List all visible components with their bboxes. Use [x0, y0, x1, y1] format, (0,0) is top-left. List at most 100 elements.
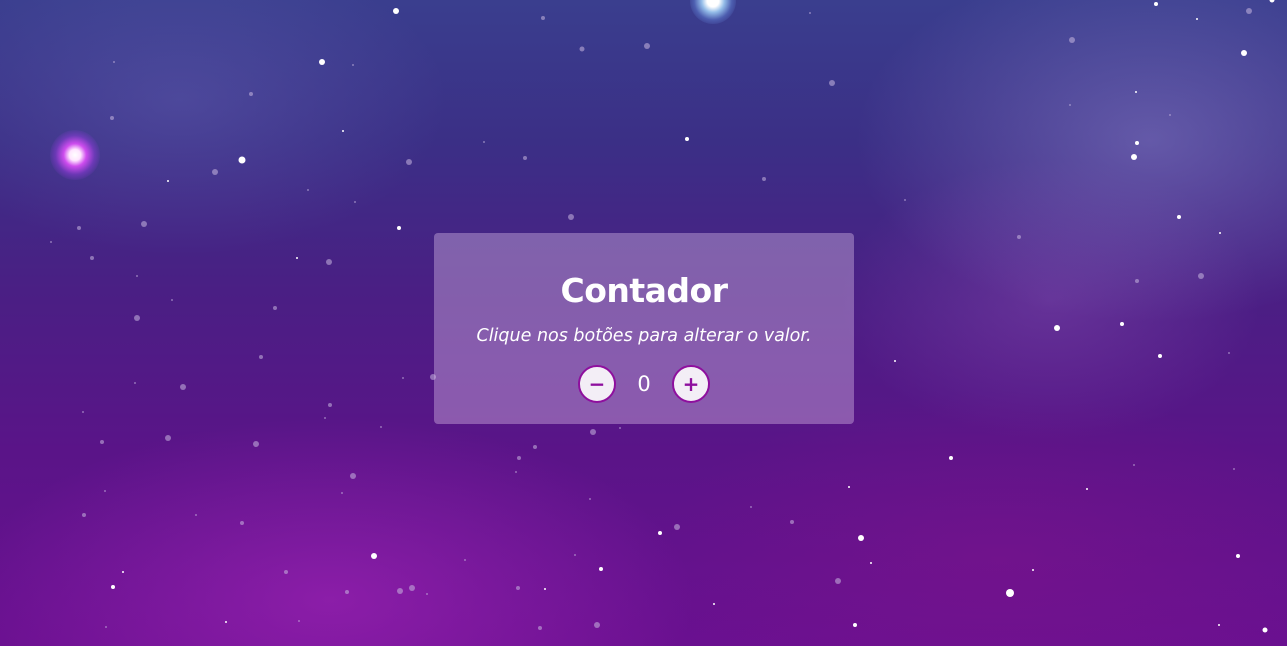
star-dot — [342, 130, 344, 132]
star-dot — [483, 141, 485, 143]
star-dot — [1262, 627, 1268, 633]
star-dot — [1135, 141, 1139, 145]
star-dot — [544, 588, 546, 590]
star-dot — [104, 490, 106, 492]
star-dot — [1017, 235, 1021, 239]
star-dot — [1269, 0, 1275, 3]
star-dot — [590, 429, 596, 435]
star-dot — [1086, 488, 1088, 490]
star-dot — [1069, 104, 1071, 106]
star-dot — [1233, 468, 1235, 470]
star-dot — [685, 137, 689, 141]
star-dot — [167, 180, 169, 182]
star-dot — [762, 177, 766, 181]
star-dot — [1032, 569, 1034, 571]
star-dot — [296, 257, 298, 259]
star-dot — [180, 384, 186, 390]
star-dot — [397, 226, 401, 230]
star-dot — [538, 626, 542, 630]
star-dot — [324, 417, 326, 419]
star-dot — [380, 426, 382, 428]
star-dot — [1069, 37, 1075, 43]
star-dot — [658, 531, 662, 535]
glowing-star-left — [50, 130, 100, 180]
star-dot — [1135, 279, 1139, 283]
star-dot — [350, 473, 356, 479]
star-dot — [619, 427, 621, 429]
star-dot — [1246, 8, 1252, 14]
star-dot — [426, 593, 428, 595]
counter-card: Contador Clique nos botões para alterar … — [434, 233, 854, 424]
star-dot — [326, 259, 332, 265]
star-dot — [77, 226, 81, 230]
star-dot — [212, 169, 218, 175]
star-dot — [225, 621, 227, 623]
star-dot — [141, 221, 147, 227]
star-dot — [579, 46, 585, 52]
star-dot — [1120, 322, 1124, 326]
star-dot — [354, 201, 356, 203]
star-dot — [1198, 273, 1204, 279]
star-dot — [90, 256, 94, 260]
star-dot — [1135, 91, 1137, 93]
star-dot — [195, 514, 197, 516]
star-dot — [393, 8, 399, 14]
star-dot — [352, 64, 354, 66]
star-dot — [1241, 50, 1247, 56]
star-dot — [122, 571, 124, 573]
star-dot — [82, 411, 84, 413]
counter-value: 0 — [637, 372, 651, 396]
star-dot — [523, 156, 527, 160]
star-dot — [1196, 18, 1198, 20]
star-dot — [533, 445, 537, 449]
star-dot — [574, 554, 576, 556]
star-dot — [397, 588, 403, 594]
star-dot — [589, 498, 591, 500]
star-dot — [809, 12, 811, 14]
increment-button[interactable]: + — [672, 365, 710, 403]
star-dot — [238, 156, 246, 164]
star-dot — [644, 43, 650, 49]
star-dot — [105, 626, 107, 628]
star-dot — [1177, 215, 1181, 219]
star-dot — [171, 299, 173, 301]
star-dot — [858, 535, 864, 541]
star-dot — [284, 570, 288, 574]
star-dot — [848, 486, 850, 488]
star-dot — [328, 403, 332, 407]
star-dot — [599, 567, 603, 571]
star-dot — [750, 506, 752, 508]
star-dot — [1133, 464, 1135, 466]
star-dot — [1054, 325, 1060, 331]
star-dot — [674, 524, 680, 530]
star-dot — [1236, 554, 1240, 558]
star-dot — [273, 306, 277, 310]
star-dot — [240, 521, 244, 525]
star-dot — [464, 559, 466, 561]
star-dot — [516, 586, 520, 590]
star-dot — [82, 513, 86, 517]
star-dot — [1006, 589, 1014, 597]
star-dot — [402, 377, 404, 379]
star-dot — [113, 61, 115, 63]
star-dot — [904, 199, 906, 201]
star-dot — [307, 189, 309, 191]
counter-instructions: Clique nos botões para alterar o valor. — [476, 326, 812, 346]
decrement-button[interactable]: − — [578, 365, 616, 403]
star-dot — [409, 585, 415, 591]
star-dot — [298, 620, 300, 622]
star-dot — [50, 241, 52, 243]
plus-icon: + — [682, 372, 700, 396]
star-dot — [1219, 232, 1221, 234]
star-dot — [134, 382, 136, 384]
star-dot — [371, 553, 377, 559]
star-dot — [111, 585, 115, 589]
counter-title: Contador — [560, 271, 729, 310]
star-dot — [853, 623, 857, 627]
star-dot — [541, 16, 545, 20]
star-dot — [515, 471, 517, 473]
star-dot — [894, 360, 896, 362]
star-dot — [1218, 624, 1220, 626]
star-dot — [345, 590, 349, 594]
star-dot — [253, 441, 259, 447]
